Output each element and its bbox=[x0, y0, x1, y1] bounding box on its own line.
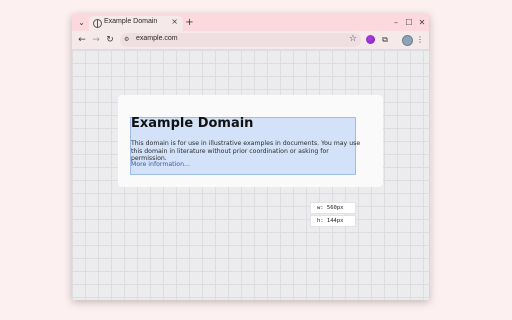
puzzle-icon: ⧉ bbox=[382, 35, 388, 44]
kebab-menu-icon: ⋮ bbox=[416, 35, 424, 44]
globe-icon bbox=[93, 19, 102, 28]
site-info-icon[interactable]: ⚙ bbox=[124, 36, 131, 44]
tab-title: Example Domain bbox=[104, 18, 158, 25]
minimize-icon: – bbox=[394, 18, 398, 27]
tab-example-domain[interactable]: Example Domain × bbox=[89, 16, 183, 31]
maximize-icon: ☐ bbox=[405, 18, 413, 27]
reload-icon: ↻ bbox=[106, 35, 114, 45]
width-readout: w: 560px bbox=[310, 202, 356, 214]
forward-button[interactable]: → bbox=[90, 34, 102, 46]
tab-search-button[interactable]: ⌄ bbox=[76, 17, 87, 28]
more-information-link[interactable]: More information... bbox=[131, 161, 190, 168]
page-viewport: Example Domain This domain is for use in… bbox=[72, 50, 429, 300]
arrow-right-icon: → bbox=[92, 35, 100, 45]
content-card: Example Domain This domain is for use in… bbox=[118, 95, 383, 187]
close-icon: ✕ bbox=[418, 18, 426, 27]
page-paragraph: This domain is for use in illustrative e… bbox=[131, 140, 361, 162]
browser-toolbar: ← → ↻ ⚙ example.com ☆ ⧉ ⋮ bbox=[72, 31, 429, 50]
profile-avatar[interactable] bbox=[402, 35, 413, 46]
browser-window: ⌄ Example Domain × + – ☐ ✕ ← → ↻ ⚙ examp… bbox=[72, 14, 429, 300]
extensions-puzzle-icon[interactable]: ⧉ bbox=[379, 34, 391, 46]
browser-menu-button[interactable]: ⋮ bbox=[414, 34, 426, 46]
height-readout: h: 144px bbox=[310, 215, 356, 227]
maximize-button[interactable]: ☐ bbox=[403, 17, 415, 28]
tab-strip: ⌄ Example Domain × + – ☐ ✕ bbox=[72, 14, 429, 31]
new-tab-button[interactable]: + bbox=[184, 17, 195, 28]
extension-icon[interactable] bbox=[366, 35, 375, 44]
reload-button[interactable]: ↻ bbox=[104, 34, 116, 46]
bookmark-star-icon[interactable]: ☆ bbox=[349, 34, 357, 44]
page-heading: Example Domain bbox=[131, 116, 254, 131]
back-button[interactable]: ← bbox=[76, 34, 88, 46]
arrow-left-icon: ← bbox=[78, 35, 86, 45]
chevron-down-icon: ⌄ bbox=[78, 18, 85, 27]
url-text[interactable]: example.com bbox=[136, 35, 178, 42]
tab-close-button[interactable]: × bbox=[171, 17, 178, 26]
minimize-button[interactable]: – bbox=[390, 17, 402, 28]
close-window-button[interactable]: ✕ bbox=[416, 17, 428, 28]
address-bar[interactable]: ⚙ example.com ☆ bbox=[120, 33, 361, 47]
plus-icon: + bbox=[185, 17, 194, 28]
